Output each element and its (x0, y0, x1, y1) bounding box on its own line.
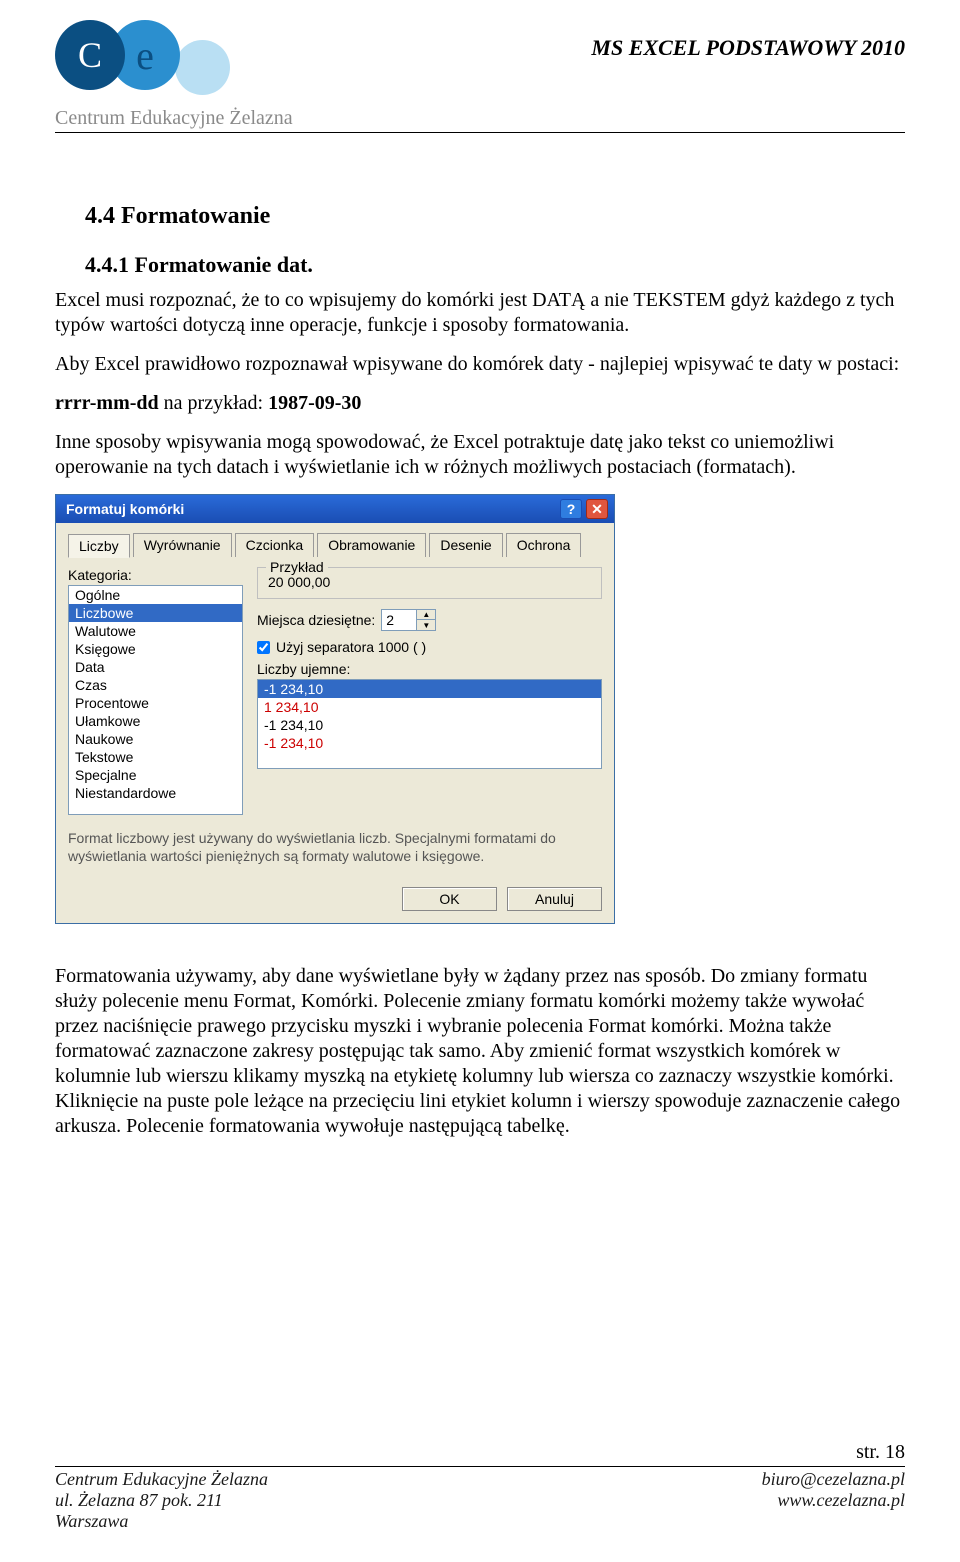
footer-web: www.cezelazna.pl (762, 1490, 905, 1511)
spinner-up-icon[interactable]: ▲ (417, 610, 435, 620)
dialog-tabs: Liczby Wyrównanie Czcionka Obramowanie D… (68, 533, 602, 557)
category-item[interactable]: Liczbowe (69, 604, 242, 622)
tab-patterns[interactable]: Desenie (429, 533, 502, 557)
sample-value: 20 000,00 (268, 574, 591, 590)
document-title: MS EXCEL PODSTAWOWY 2010 (591, 35, 905, 61)
sample-fieldset: Przykład 20 000,00 (257, 567, 602, 599)
tab-font[interactable]: Czcionka (235, 533, 315, 557)
negative-item[interactable]: -1 234,10 (258, 716, 601, 734)
negative-listbox[interactable]: -1 234,10 1 234,10 -1 234,10 -1 234,10 (257, 679, 602, 769)
date-format-example: 1987-09-30 (268, 392, 361, 414)
footer-org: Centrum Edukacyjne Żelazna (55, 1469, 268, 1490)
date-format-pattern: rrrr-mm-dd (55, 392, 159, 414)
logo-graphic: e C (55, 20, 265, 105)
paragraph: Aby Excel prawidłowo rozpoznawał wpisywa… (55, 352, 905, 377)
ok-button[interactable]: OK (402, 887, 497, 911)
page-footer: str. 18 Centrum Edukacyjne Żelazna ul. Ż… (55, 1441, 905, 1532)
footer-city: Warszawa (55, 1511, 268, 1532)
section-heading: 4.4 Formatowanie (85, 203, 905, 230)
category-listbox[interactable]: Ogólne Liczbowe Walutowe Księgowe Data C… (68, 585, 243, 815)
logo-circle-dark: C (55, 20, 125, 90)
close-button[interactable]: ✕ (586, 499, 608, 519)
help-button[interactable]: ? (560, 499, 582, 519)
logo-caption: Centrum Edukacyjne Żelazna (55, 107, 293, 130)
negative-item[interactable]: 1 234,10 (258, 698, 601, 716)
tab-numbers[interactable]: Liczby (68, 534, 130, 558)
category-item[interactable]: Niestandardowe (69, 784, 242, 802)
category-item[interactable]: Naukowe (69, 730, 242, 748)
logo: e C Centrum Edukacyjne Żelazna (55, 20, 293, 130)
paragraph-example: rrrr-mm-dd na przykład: 1987-09-30 (55, 391, 905, 416)
thousands-separator-checkbox[interactable] (257, 641, 270, 654)
paragraph: Excel musi rozpoznać, że to co wpisujemy… (55, 288, 905, 338)
negative-label: Liczby ujemne: (257, 661, 602, 677)
page-header: e C Centrum Edukacyjne Żelazna MS EXCEL … (55, 20, 905, 133)
cancel-button[interactable]: Anuluj (507, 887, 602, 911)
negative-item[interactable]: -1 234,10 (258, 680, 601, 698)
category-item[interactable]: Czas (69, 676, 242, 694)
decimals-input[interactable] (382, 610, 416, 630)
page-number: str. 18 (55, 1441, 905, 1467)
category-item[interactable]: Ułamkowe (69, 712, 242, 730)
category-item[interactable]: Walutowe (69, 622, 242, 640)
footer-address: ul. Żelazna 87 pok. 211 (55, 1490, 268, 1511)
category-item[interactable]: Tekstowe (69, 748, 242, 766)
tab-alignment[interactable]: Wyrównanie (133, 533, 232, 557)
subsection-heading: 4.4.1 Formatowanie dat. (85, 252, 905, 278)
paragraph: Inne sposoby wpisywania mogą spowodować,… (55, 430, 905, 480)
text: na przykład: (159, 392, 268, 414)
sample-label: Przykład (266, 559, 328, 575)
category-item[interactable]: Specjalne (69, 766, 242, 784)
dialog-description: Format liczbowy jest używany do wyświetl… (68, 829, 602, 865)
logo-circle-light (175, 40, 230, 95)
format-cells-dialog: Formatuj komórki ? ✕ Liczby Wyrównanie C… (55, 494, 615, 924)
category-label: Kategoria: (68, 567, 243, 583)
tab-border[interactable]: Obramowanie (317, 533, 426, 557)
footer-email: biuro@cezelazna.pl (762, 1469, 905, 1490)
paragraph: Formatowania używamy, aby dane wyświetla… (55, 964, 905, 1139)
decimals-label: Miejsca dziesiętne: (257, 612, 375, 628)
decimals-spinner[interactable]: ▲ ▼ (381, 609, 436, 631)
category-item[interactable]: Data (69, 658, 242, 676)
category-item[interactable]: Księgowe (69, 640, 242, 658)
dialog-title: Formatuj komórki (66, 501, 184, 517)
category-item[interactable]: Ogólne (69, 586, 242, 604)
tab-protection[interactable]: Ochrona (506, 533, 582, 557)
spinner-down-icon[interactable]: ▼ (417, 620, 435, 630)
dialog-titlebar[interactable]: Formatuj komórki ? ✕ (56, 495, 614, 523)
negative-item[interactable]: -1 234,10 (258, 734, 601, 752)
thousands-separator-label: Użyj separatora 1000 ( ) (276, 639, 426, 655)
category-item[interactable]: Procentowe (69, 694, 242, 712)
